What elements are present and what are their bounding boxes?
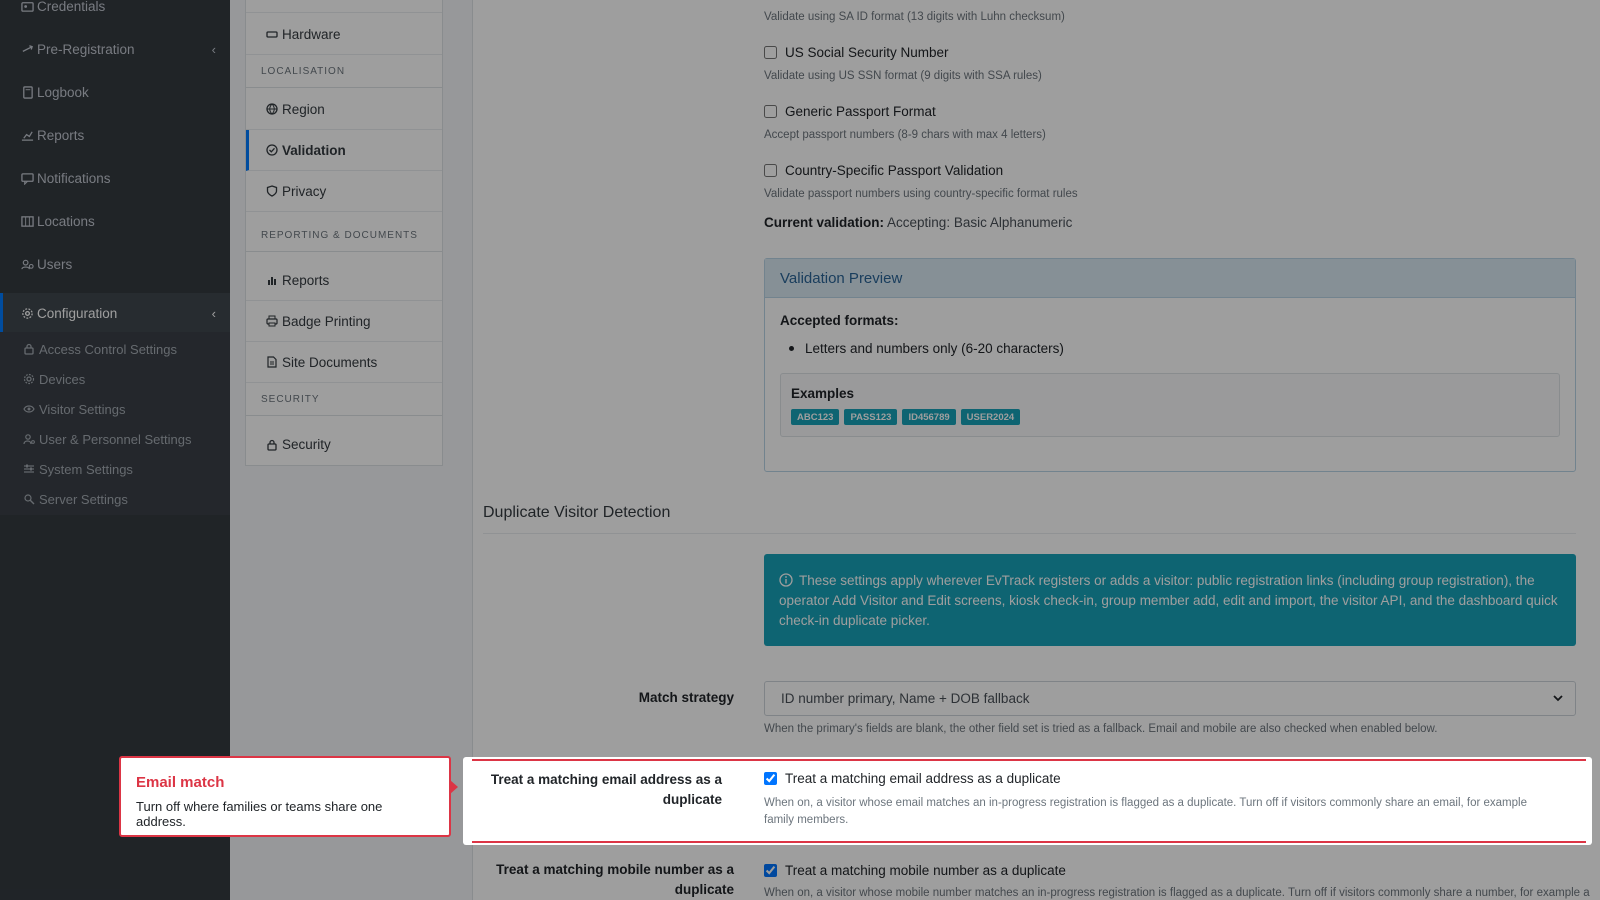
tooltip-arrow bbox=[450, 780, 458, 794]
highlight-frame bbox=[472, 759, 1586, 843]
tooltip-title: Email match bbox=[136, 774, 225, 791]
tooltip-body: Turn off where families or teams share o… bbox=[136, 799, 383, 829]
tour-tooltip: Email match Turn off where families or t… bbox=[119, 756, 458, 837]
